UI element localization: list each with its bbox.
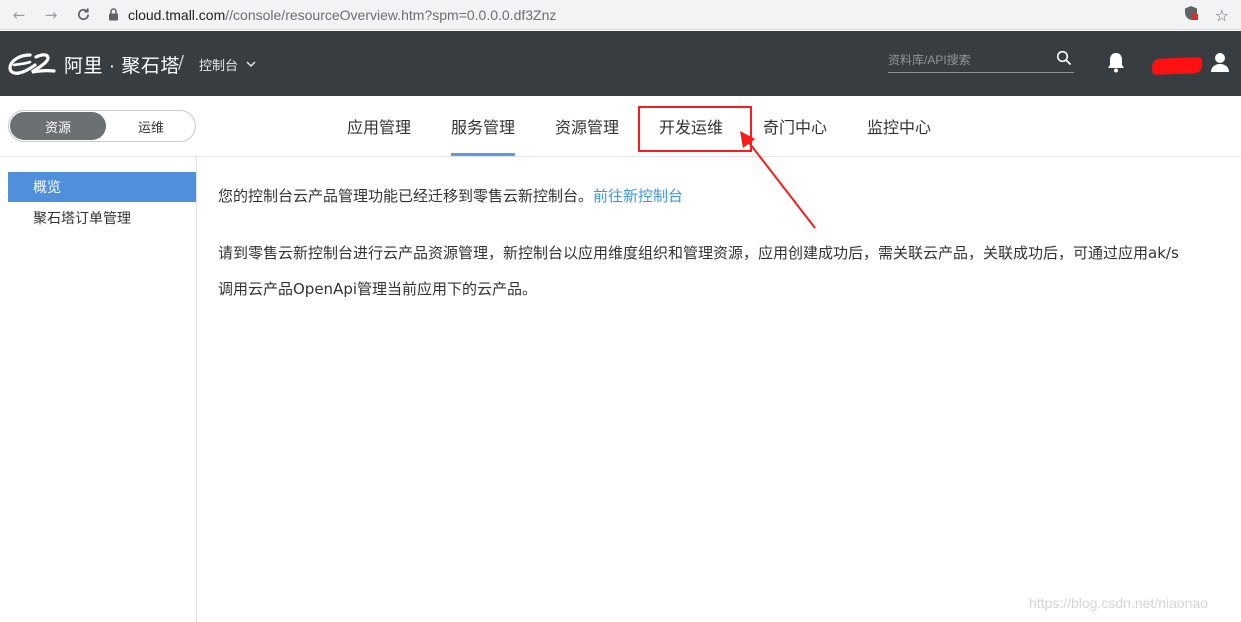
console-dropdown[interactable]: 控制台 [199, 55, 256, 74]
migration-notice: 您的控制台云产品管理功能已经迁移到零售云新控制台。前往新控制台 [218, 185, 683, 206]
reload-icon[interactable] [72, 4, 94, 26]
tab-resource-management[interactable]: 资源管理 [535, 96, 639, 156]
back-arrow-icon[interactable]: ← [8, 4, 30, 26]
sub-navigation: 资源 运维 应用管理 服务管理 资源管理 开发运维 奇门中心 监控中心 [0, 96, 1241, 157]
go-to-new-console-link[interactable]: 前往新控制台 [593, 187, 683, 205]
redacted-username [1151, 57, 1203, 75]
console-label: 控制台 [199, 59, 239, 74]
top-header: 阿里 · 聚石塔 / 控制台 [0, 31, 1241, 96]
extension-shield-icon[interactable] [1183, 5, 1199, 25]
brand-title[interactable]: 阿里 · 聚石塔 [64, 51, 180, 78]
search-input[interactable] [888, 49, 1048, 71]
mode-toggle-resources[interactable]: 资源 [10, 112, 106, 140]
description-paragraph-2: 调用云产品OpenApi管理当前应用下的云产品。 [218, 280, 538, 298]
alibaba-logo-icon[interactable] [8, 51, 60, 77]
sidebar-item-order-management[interactable]: 聚石塔订单管理 [8, 203, 196, 233]
tab-service-management[interactable]: 服务管理 [431, 96, 535, 156]
url-path: //console/resourceOverview.htm?spm=0.0.0… [225, 6, 557, 23]
watermark: https://blog.csdn.net/niaonao [1029, 595, 1209, 611]
mode-toggle[interactable]: 资源 运维 [8, 110, 196, 142]
url-host: cloud.tmall.com [128, 6, 226, 23]
bell-icon[interactable] [1105, 51, 1127, 77]
search-box [888, 49, 1074, 73]
user-icon[interactable] [1209, 51, 1231, 77]
notice-text: 您的控制台云产品管理功能已经迁移到零售云新控制台。 [218, 187, 594, 205]
lock-icon[interactable] [108, 8, 120, 22]
search-icon[interactable] [1056, 50, 1072, 70]
bookmark-star-icon[interactable]: ☆ [1215, 6, 1229, 25]
tab-monitor-center[interactable]: 监控中心 [847, 96, 951, 156]
sidebar: 概览 聚石塔订单管理 [0, 157, 197, 622]
breadcrumb-separator: / [178, 52, 185, 73]
mode-toggle-ops[interactable]: 运维 [109, 112, 193, 140]
chevron-down-icon [246, 57, 256, 72]
annotation-arrow-icon [740, 131, 816, 229]
browser-toolbar: ← → cloud.tmall.com//console/resourceOve… [0, 0, 1241, 30]
sidebar-item-overview[interactable]: 概览 [8, 172, 196, 202]
address-bar[interactable]: cloud.tmall.com//console/resourceOvervie… [128, 7, 556, 23]
tab-app-management[interactable]: 应用管理 [327, 96, 431, 156]
forward-arrow-icon[interactable]: → [40, 4, 62, 26]
description-paragraph-1: 请到零售云新控制台进行云产品资源管理，新控制台以应用维度组织和管理资源，应用创建… [218, 244, 1179, 262]
